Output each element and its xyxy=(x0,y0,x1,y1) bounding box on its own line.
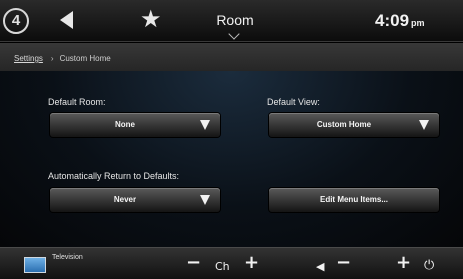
default-view-label: Default View: xyxy=(267,97,320,107)
channel-down-button[interactable]: − xyxy=(186,253,201,273)
channel-label: Ch xyxy=(215,260,230,273)
default-room-label: Default Room: xyxy=(48,97,106,107)
breadcrumb-separator: › xyxy=(50,54,54,63)
channel-up-button[interactable]: + xyxy=(244,253,259,273)
auto-return-value: Never xyxy=(113,195,137,204)
clock-time: 4:09 xyxy=(375,11,410,30)
clock-ampm: pm xyxy=(411,18,425,28)
default-room-dropdown[interactable]: None xyxy=(50,113,220,137)
default-view-value: Custom Home xyxy=(316,120,372,129)
top-bar: 4 ★ Room 4:09 pm xyxy=(0,0,463,42)
triangle-down-icon xyxy=(200,120,210,130)
star-icon[interactable]: ★ xyxy=(140,5,162,33)
bottom-bar: Television − Ch + ◀ − + ⏻ xyxy=(0,247,463,279)
volume-down-button[interactable]: − xyxy=(336,253,351,273)
television-icon[interactable] xyxy=(24,257,46,273)
settings-panel: Default Room: None Default View: Custom … xyxy=(0,71,463,247)
default-view-dropdown[interactable]: Custom Home xyxy=(269,113,439,137)
auto-return-label: Automatically Return to Defaults: xyxy=(48,171,180,181)
source-label[interactable]: Television xyxy=(52,254,83,261)
auto-return-dropdown[interactable]: Never xyxy=(50,188,220,212)
volume-up-button[interactable]: + xyxy=(396,253,411,273)
breadcrumb-current: Custom Home xyxy=(59,54,111,63)
breadcrumb-settings-link[interactable]: Settings xyxy=(14,54,43,63)
clock: 4:09 pm xyxy=(375,11,425,31)
power-icon[interactable]: ⏻ xyxy=(424,256,434,276)
triangle-down-icon xyxy=(200,195,210,205)
room-selector[interactable]: Room xyxy=(190,12,280,28)
default-room-value: None xyxy=(115,120,135,129)
logo-icon[interactable]: 4 xyxy=(3,8,29,34)
breadcrumb: Settings › Custom Home xyxy=(0,43,463,71)
chevron-down-icon[interactable] xyxy=(228,28,240,40)
speaker-icon[interactable]: ◀ xyxy=(316,257,324,277)
back-arrow-icon[interactable] xyxy=(60,11,73,29)
edit-menu-items-button[interactable]: Edit Menu Items... xyxy=(269,188,439,212)
triangle-down-icon xyxy=(419,120,429,130)
